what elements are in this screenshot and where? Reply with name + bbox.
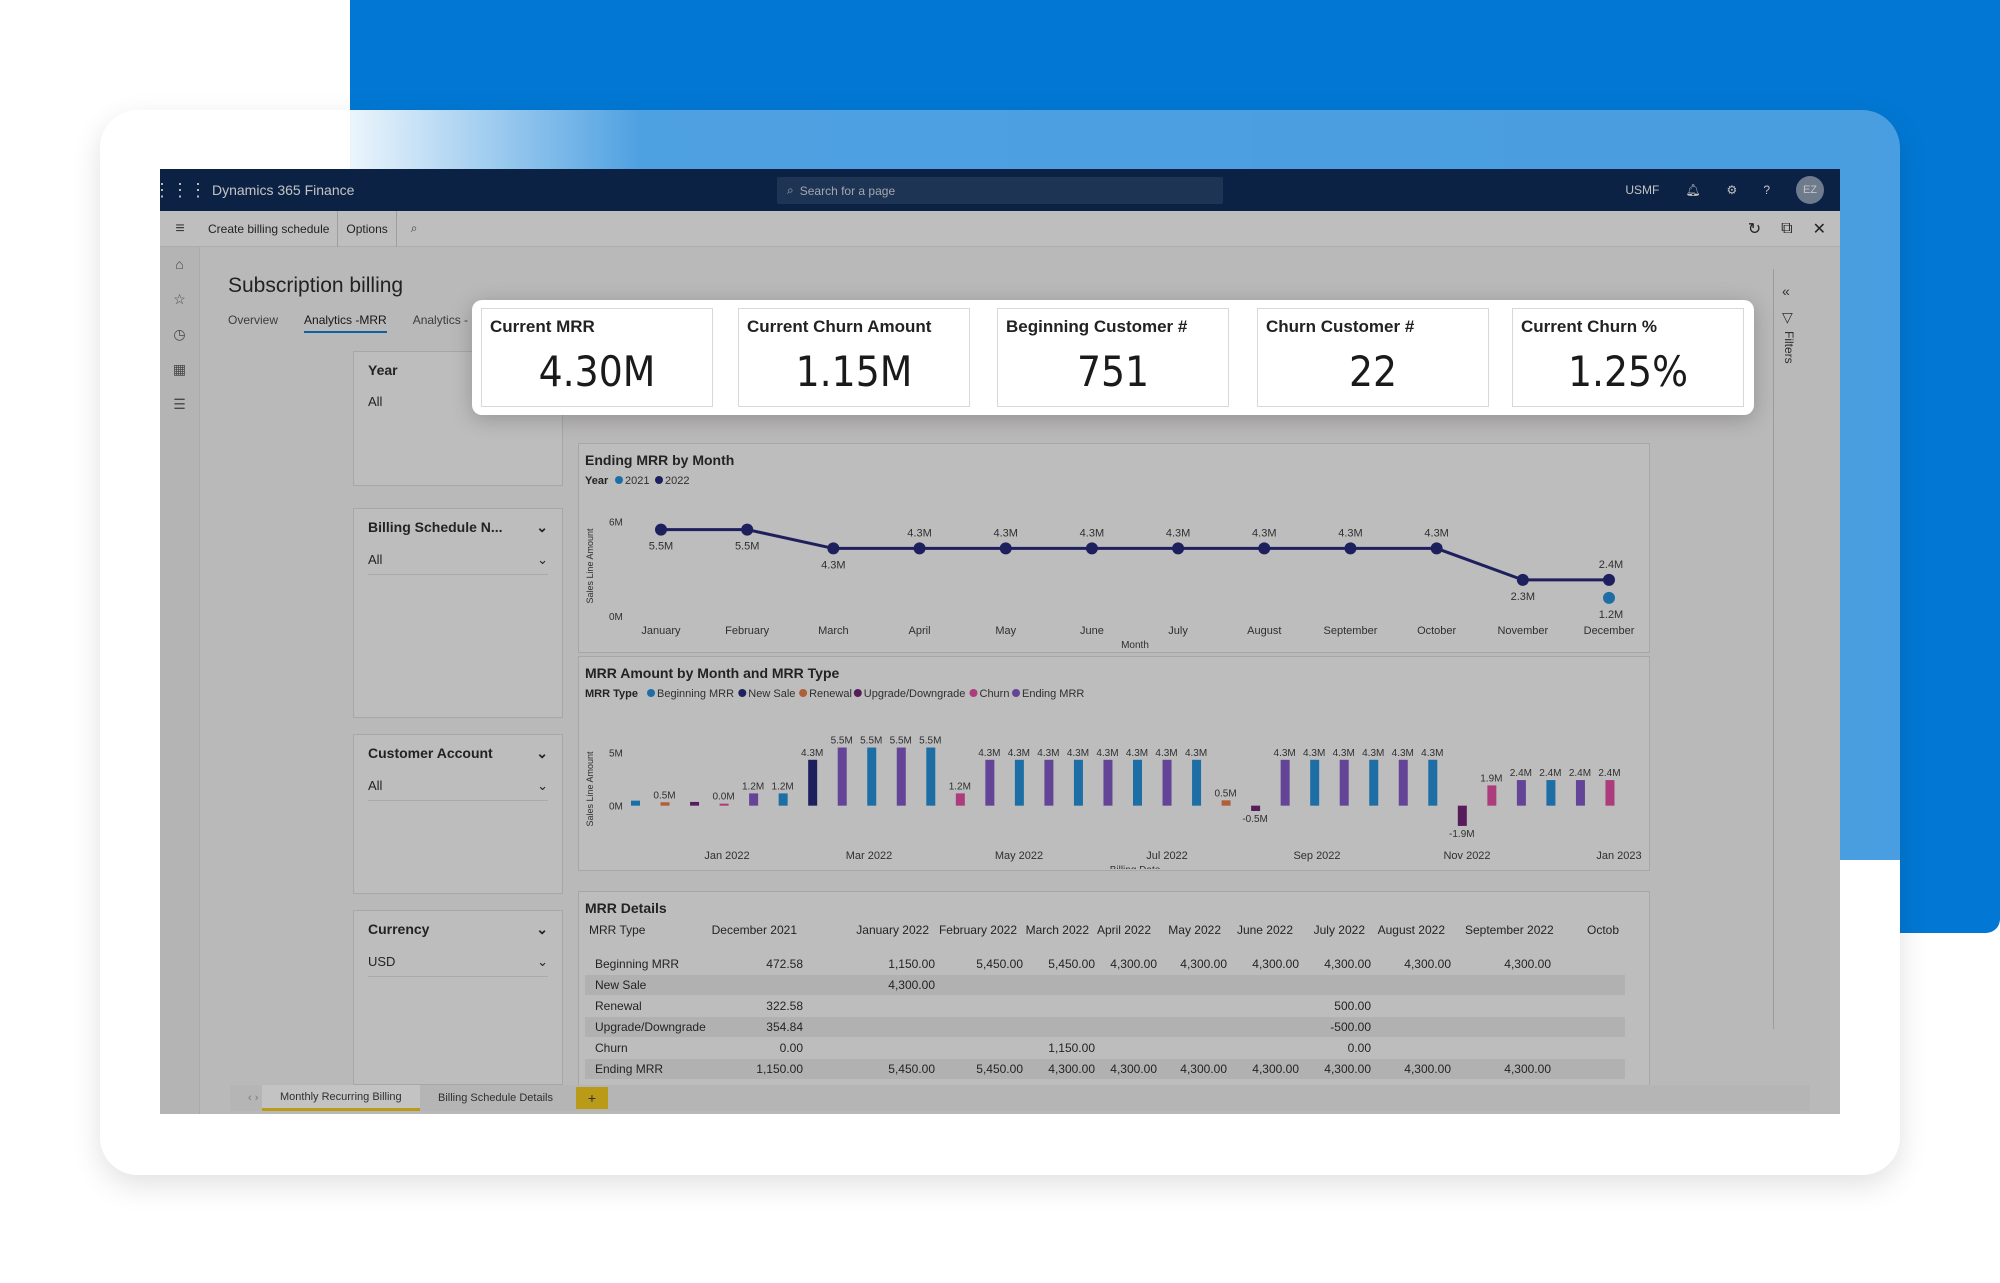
kpi-current-mrr: Current MRR 4.30M [481, 308, 713, 407]
kpi-beginning-customer-count: Beginning Customer # 751 [997, 308, 1229, 407]
kpi-label: Beginning Customer # [1006, 317, 1188, 336]
kpi-label: Current Churn % [1521, 317, 1657, 336]
kpi-label: Current Churn Amount [747, 317, 932, 336]
kpi-value: 22 [1348, 347, 1398, 396]
kpi-churn-customer-count: Churn Customer # 22 [1257, 308, 1489, 407]
kpi-value: 751 [1076, 347, 1150, 396]
kpi-value: 4.30M [538, 347, 656, 396]
kpi-card-strip: Current MRR 4.30M Current Churn Amount 1… [472, 300, 1754, 415]
kpi-value: 1.15M [795, 347, 913, 396]
kpi-current-churn-percent: Current Churn % 1.25% [1512, 308, 1744, 407]
kpi-label: Current MRR [490, 317, 595, 336]
kpi-value: 1.25% [1567, 347, 1688, 396]
kpi-current-churn-amount: Current Churn Amount 1.15M [738, 308, 970, 407]
kpi-label: Churn Customer # [1266, 317, 1415, 336]
